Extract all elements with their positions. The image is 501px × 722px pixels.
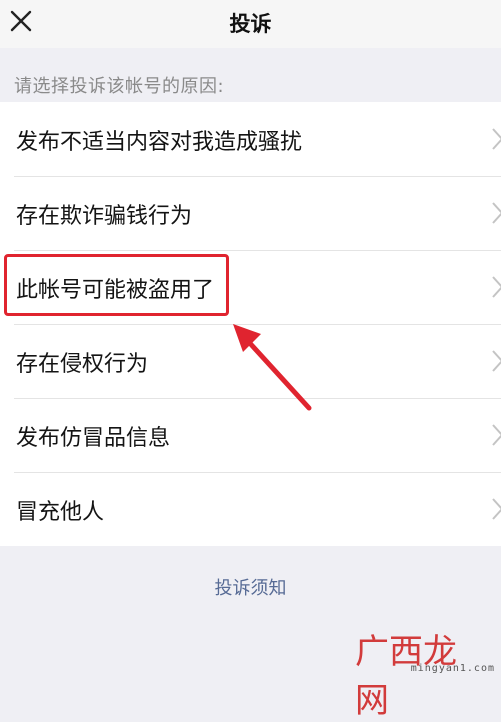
reason-label: 存在侵权行为: [16, 352, 149, 377]
chevron-right-icon: [492, 128, 501, 150]
reason-item-counterfeit[interactable]: 发布仿冒品信息: [0, 398, 501, 472]
reason-item-fraud[interactable]: 存在欺诈骗钱行为: [0, 176, 501, 250]
watermark-url: mingyan1.com: [410, 663, 495, 674]
chevron-right-icon: [492, 498, 501, 520]
reason-label: 发布仿冒品信息: [16, 426, 171, 451]
reason-label: 冒充他人: [16, 500, 105, 525]
reason-list: 发布不适当内容对我造成骚扰 存在欺诈骗钱行为 此帐号可能被盗用了 存在侵权行为 …: [0, 102, 501, 546]
reason-label: 存在欺诈骗钱行为: [16, 204, 193, 229]
site-watermark: 广西龙网 mingyan1.com: [355, 624, 495, 721]
reason-label: 此帐号可能被盗用了: [16, 278, 215, 303]
chevron-right-icon: [492, 424, 501, 446]
chevron-right-icon: [492, 350, 501, 372]
complaint-notice-link[interactable]: 投诉须知: [0, 574, 501, 600]
nav-bar: 投诉: [0, 0, 501, 48]
reason-item-account-stolen[interactable]: 此帐号可能被盗用了: [0, 250, 501, 324]
reason-item-impersonation[interactable]: 冒充他人: [0, 472, 501, 546]
section-subtitle: 请选择投诉该帐号的原因:: [14, 76, 225, 97]
chevron-right-icon: [492, 276, 501, 298]
reason-item-infringement[interactable]: 存在侵权行为: [0, 324, 501, 398]
chevron-right-icon: [492, 202, 501, 224]
page-title: 投诉: [229, 12, 272, 36]
reason-item-harassment[interactable]: 发布不适当内容对我造成骚扰: [0, 102, 501, 176]
reason-label: 发布不适当内容对我造成骚扰: [16, 130, 303, 155]
watermark-logo-text: 广西龙网: [355, 632, 457, 721]
